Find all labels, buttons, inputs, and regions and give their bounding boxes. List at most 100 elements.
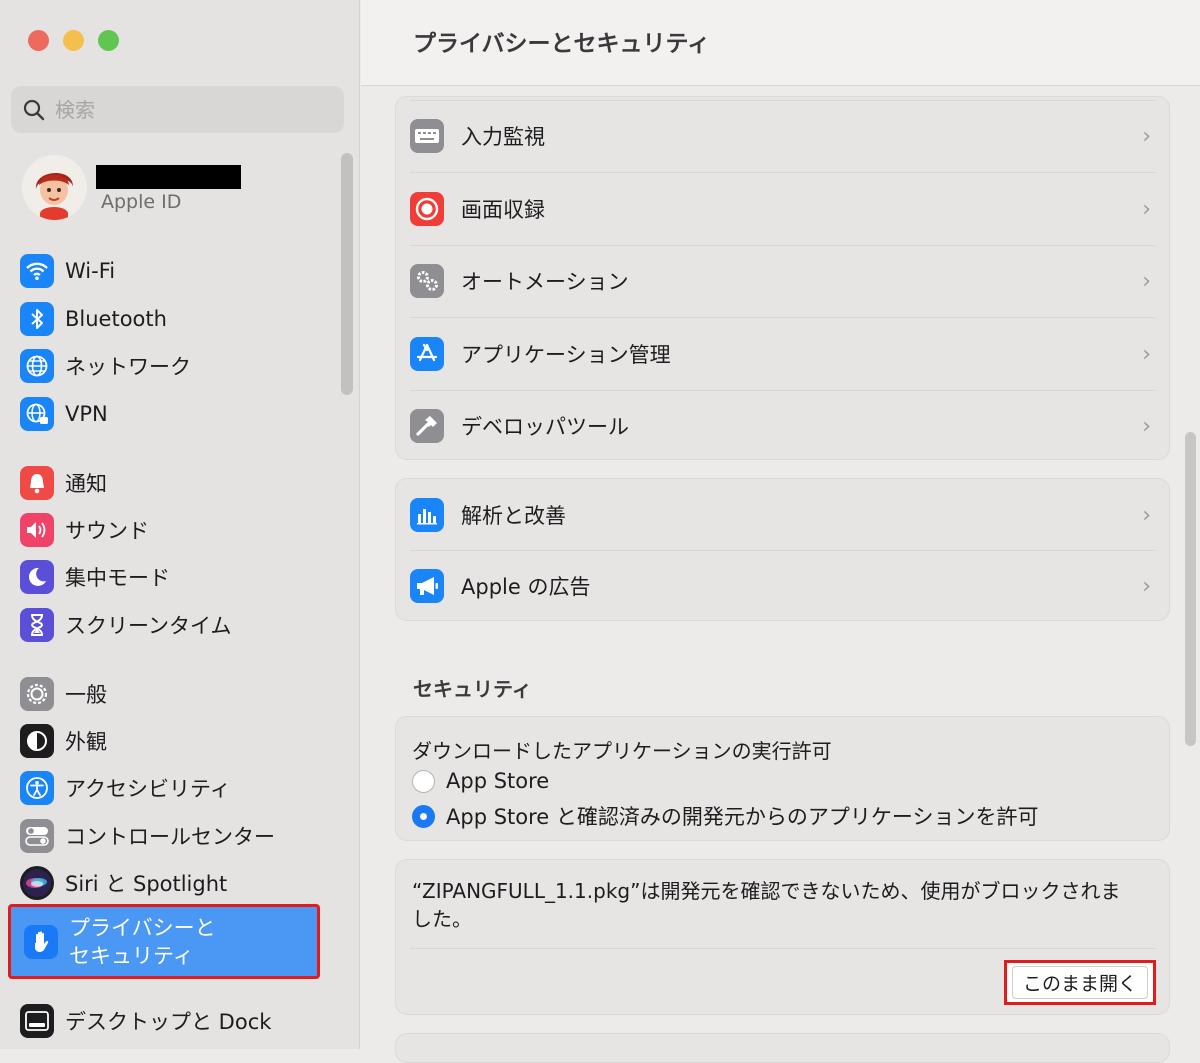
zoom-window-button[interactable] bbox=[98, 30, 119, 51]
chart-icon bbox=[410, 498, 444, 532]
megaphone-icon bbox=[410, 569, 444, 603]
account-name-redacted bbox=[96, 165, 241, 189]
sidebar-item-label: デスクトップと Dock bbox=[65, 1010, 272, 1034]
radio-button-selected[interactable] bbox=[412, 804, 435, 828]
chevron-right-icon: › bbox=[1142, 268, 1151, 294]
sidebar-item-label: アクセシビリティ bbox=[65, 777, 231, 801]
sidebar-scrollbar[interactable] bbox=[341, 153, 353, 395]
globe-icon bbox=[20, 349, 54, 383]
accessibility-icon bbox=[20, 771, 54, 805]
privacy-row-screen-recording[interactable]: 画面収録 › bbox=[410, 173, 1155, 245]
keyboard-icon bbox=[410, 119, 444, 153]
search-icon bbox=[23, 99, 45, 120]
wifi-icon bbox=[20, 254, 54, 288]
sidebar-item-network[interactable]: ネットワーク bbox=[20, 345, 340, 387]
privacy-row-input-monitoring[interactable]: 入力監視 › bbox=[410, 100, 1155, 172]
apple-id-label: Apple ID bbox=[101, 191, 182, 213]
hourglass-icon bbox=[20, 608, 54, 642]
sidebar-item-notifications[interactable]: 通知 bbox=[20, 462, 340, 504]
sidebar-item-label: 通知 bbox=[65, 472, 107, 496]
bell-icon bbox=[20, 466, 54, 500]
sidebar-item-label: Wi-Fi bbox=[65, 259, 116, 283]
moon-icon bbox=[20, 560, 54, 594]
open-anyway-button[interactable]: このまま開く bbox=[1004, 960, 1156, 1005]
vpn-globe-icon bbox=[20, 397, 54, 431]
analytics-card: 解析と改善 › Apple の広告 › bbox=[395, 478, 1170, 621]
sidebar-item-focus[interactable]: 集中モード bbox=[20, 556, 340, 598]
sidebar-item-desktop-dock[interactable]: デスクトップと Dock bbox=[20, 1000, 340, 1042]
minimize-window-button[interactable] bbox=[63, 30, 84, 51]
sidebar-item-screen-time[interactable]: スクリーンタイム bbox=[20, 604, 340, 646]
privacy-row-label: 解析と改善 bbox=[461, 504, 566, 528]
sidebar-item-vpn[interactable]: VPN bbox=[20, 393, 340, 435]
sidebar-item-sound[interactable]: サウンド bbox=[20, 509, 340, 551]
sidebar-item-accessibility[interactable]: アクセシビリティ bbox=[20, 767, 340, 809]
search-field[interactable] bbox=[11, 86, 344, 133]
gear-icon bbox=[20, 677, 54, 711]
sidebar-item-label: Bluetooth bbox=[65, 307, 167, 331]
chevron-right-icon: › bbox=[1142, 123, 1151, 149]
blocked-app-card: “ZIPANGFULL_1.1.pkg”は開発元を確認できないため、使用がブロッ… bbox=[395, 859, 1170, 1015]
privacy-row-apple-advertising[interactable]: Apple の広告 › bbox=[410, 550, 1155, 622]
apple-id-account[interactable]: Apple ID bbox=[22, 155, 342, 225]
security-section-title: セキュリティ bbox=[413, 677, 532, 701]
main-scrollbar[interactable] bbox=[1185, 432, 1196, 746]
sidebar-item-label: Siri と Spotlight bbox=[65, 872, 228, 896]
radio-identified-developers[interactable]: App Store と確認済みの開発元からのアプリケーションを許可 bbox=[412, 801, 1038, 831]
open-anyway-label: このまま開く bbox=[1011, 966, 1148, 999]
chevron-right-icon: › bbox=[1142, 502, 1151, 528]
privacy-row-automation[interactable]: オートメーション › bbox=[410, 245, 1155, 317]
sidebar-item-label: VPN bbox=[65, 402, 108, 426]
privacy-row-label: 画面収録 bbox=[461, 198, 545, 222]
radio-button[interactable] bbox=[412, 769, 435, 793]
sidebar-item-control-center[interactable]: コントロールセンター bbox=[20, 815, 340, 857]
sidebar-item-label: ネットワーク bbox=[65, 355, 191, 379]
toggles-icon bbox=[20, 819, 54, 853]
radio-label: App Store bbox=[446, 769, 550, 793]
gears-icon bbox=[410, 264, 444, 298]
privacy-row-label: デベロッパツール bbox=[461, 415, 629, 439]
title-bar: プライバシーとセキュリティ bbox=[361, 0, 1200, 86]
sidebar-item-siri-spotlight[interactable]: Siri と Spotlight bbox=[20, 862, 340, 904]
page-title: プライバシーとセキュリティ bbox=[413, 31, 711, 57]
sidebar-item-label: スクリーンタイム bbox=[65, 614, 232, 638]
sidebar-item-label: サウンド bbox=[65, 519, 149, 543]
speaker-icon bbox=[20, 513, 54, 547]
privacy-row-analytics[interactable]: 解析と改善 › bbox=[410, 479, 1155, 551]
hammer-icon bbox=[410, 409, 444, 443]
search-input[interactable] bbox=[53, 96, 313, 123]
window-controls bbox=[28, 30, 119, 51]
sidebar-item-privacy-security[interactable]: プライバシーと セキュリティ bbox=[8, 904, 320, 979]
sidebar-item-label: コントロールセンター bbox=[65, 825, 275, 849]
sidebar-item-label: プライバシーと セキュリティ bbox=[69, 915, 216, 968]
sidebar-item-general[interactable]: 一般 bbox=[20, 673, 340, 715]
sidebar-item-appearance[interactable]: 外観 bbox=[20, 720, 340, 762]
chevron-right-icon: › bbox=[1142, 413, 1151, 439]
radio-app-store[interactable]: App Store bbox=[412, 769, 549, 793]
sidebar-item-label: 一般 bbox=[65, 683, 107, 707]
privacy-row-label: アプリケーション管理 bbox=[461, 343, 671, 367]
chevron-right-icon: › bbox=[1142, 341, 1151, 367]
privacy-row-developer-tools[interactable]: デベロッパツール › bbox=[410, 390, 1155, 462]
sidebar-item-bluetooth[interactable]: Bluetooth bbox=[20, 298, 340, 340]
appearance-icon bbox=[20, 724, 54, 758]
dock-icon bbox=[20, 1004, 54, 1038]
privacy-list-card: 入力監視 › 画面収録 › オートメーション › アプリケーション管理 › デベ… bbox=[395, 96, 1170, 460]
chevron-right-icon: › bbox=[1142, 573, 1151, 599]
main-content: プライバシーとセキュリティ 入力監視 › 画面収録 › オートメーション › ア… bbox=[361, 0, 1200, 1063]
sidebar-item-label: 外観 bbox=[65, 730, 107, 754]
sidebar-item-wifi[interactable]: Wi-Fi bbox=[20, 250, 340, 292]
privacy-row-label: オートメーション bbox=[461, 270, 629, 294]
privacy-row-label: 入力監視 bbox=[461, 125, 545, 149]
next-card bbox=[395, 1033, 1170, 1063]
sidebar-item-label: 集中モード bbox=[65, 566, 170, 590]
close-window-button[interactable] bbox=[28, 30, 49, 51]
download-permission-card: ダウンロードしたアプリケーションの実行許可 App Store App Stor… bbox=[395, 716, 1170, 841]
radio-label: App Store と確認済みの開発元からのアプリケーションを許可 bbox=[446, 805, 1039, 829]
sidebar: Apple ID Wi-Fi Bluetooth ネットワーク VPN 通知 bbox=[0, 0, 360, 1049]
privacy-row-app-management[interactable]: アプリケーション管理 › bbox=[410, 318, 1155, 390]
chevron-right-icon: › bbox=[1142, 196, 1151, 222]
blocked-app-message: “ZIPANGFULL_1.1.pkg”は開発元を確認できないため、使用がブロッ… bbox=[412, 879, 1121, 931]
record-icon bbox=[410, 192, 444, 226]
bluetooth-icon bbox=[20, 302, 54, 336]
